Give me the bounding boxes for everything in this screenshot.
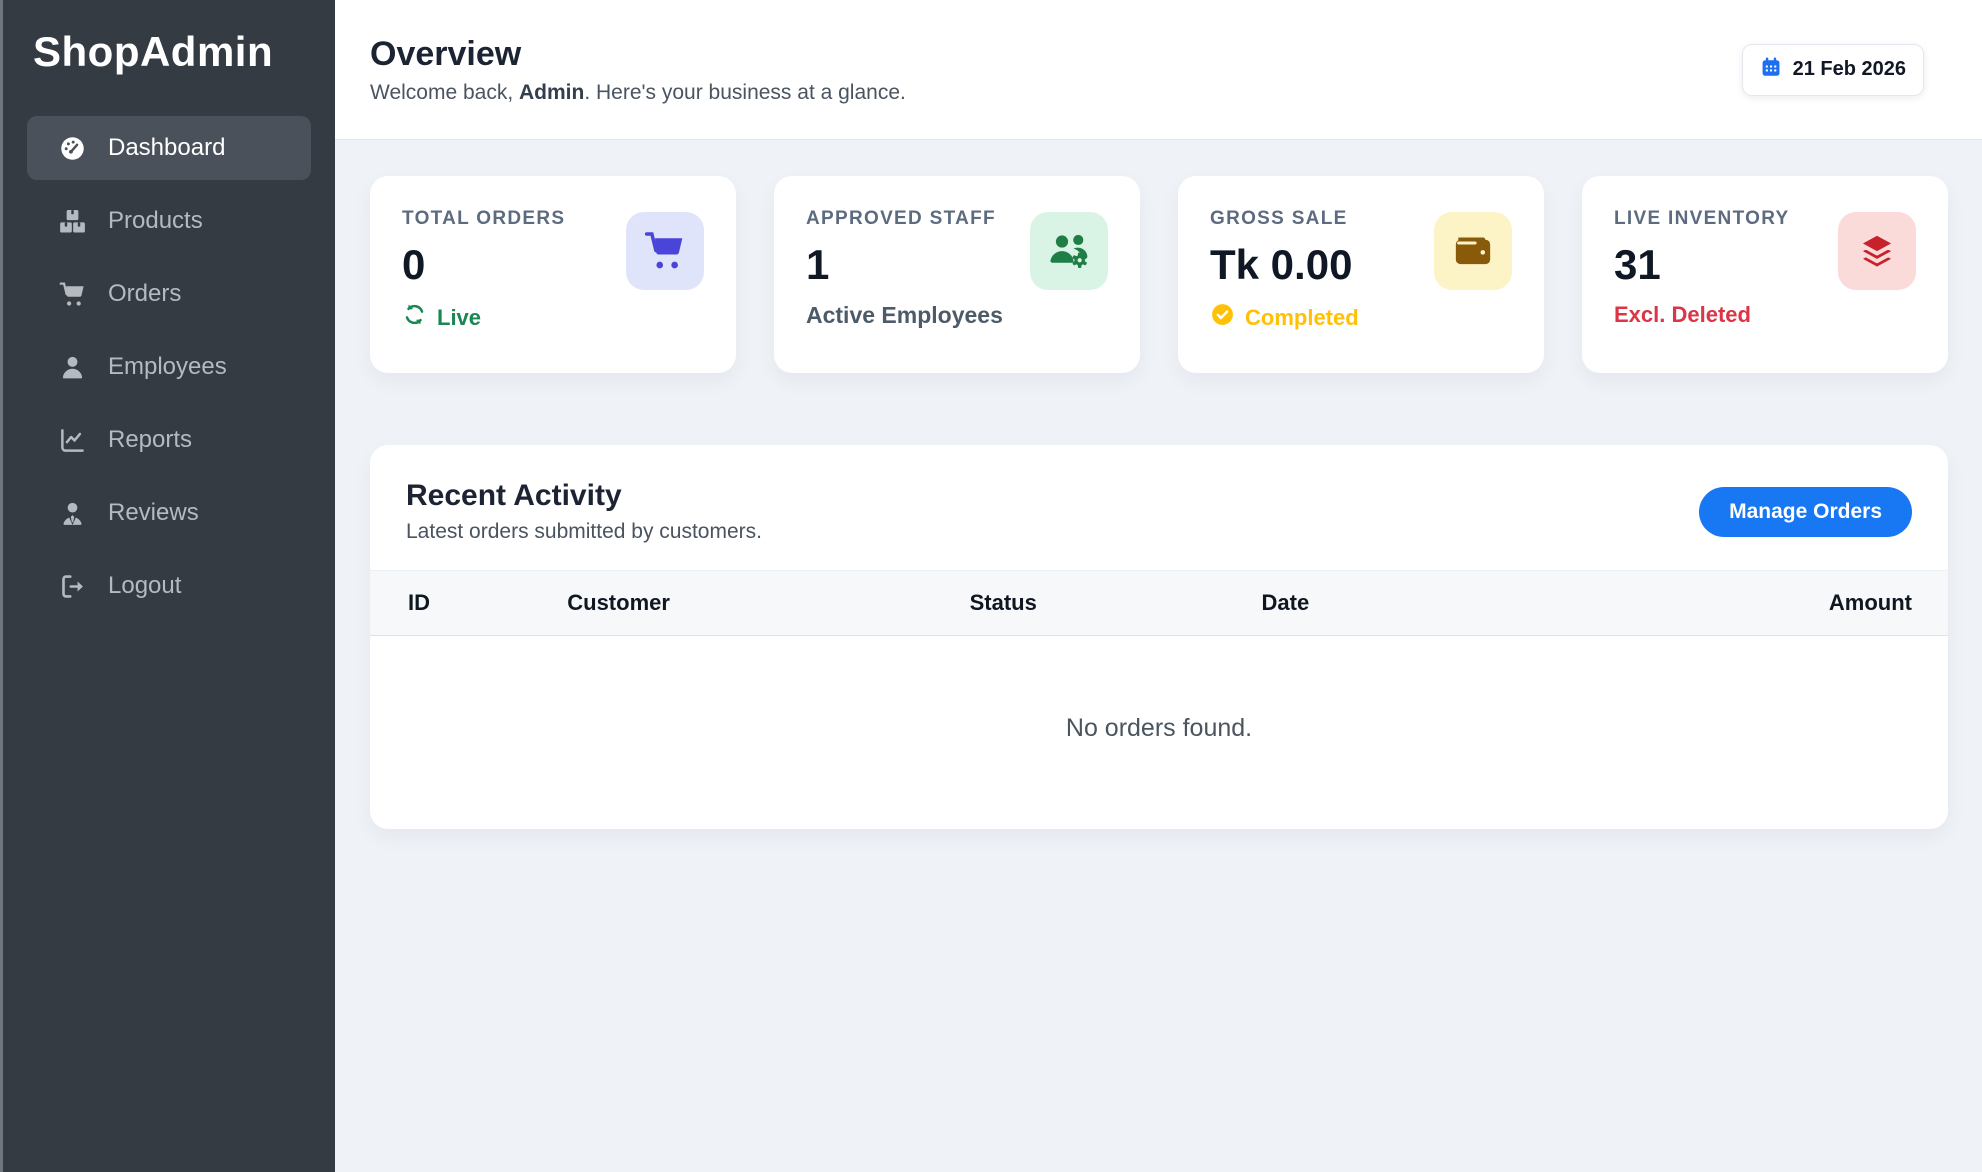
user-icon [59,354,86,381]
stat-cards: TOTAL ORDERS 0 Live [370,176,1948,373]
sidebar-nav: Dashboard Products Orders [3,116,335,627]
page-title: Overview [370,35,906,74]
sidebar-item-products[interactable]: Products [27,189,311,253]
stat-card-live-inventory: LIVE INVENTORY 31 Excl. Deleted [1582,176,1948,373]
stat-label: TOTAL ORDERS [402,208,565,230]
manage-orders-button[interactable]: Manage Orders [1699,487,1912,537]
sidebar-item-dashboard[interactable]: Dashboard [27,116,311,180]
stat-card-total-orders: TOTAL ORDERS 0 Live [370,176,736,373]
empty-state-message: No orders found. [370,636,1948,830]
column-header-date: Date [1262,571,1672,636]
welcome-text: Welcome back, Admin. Here's your busines… [370,81,906,105]
recent-activity-panel: Recent Activity Latest orders submitted … [370,445,1948,829]
wallet-icon [1434,212,1512,290]
user-tie-icon [59,500,86,527]
sync-icon [402,302,427,333]
main-area: Overview Welcome back, Admin. Here's you… [335,0,1982,1172]
welcome-username: Admin [519,81,584,104]
logout-icon [59,573,86,600]
stat-label: GROSS SALE [1210,208,1359,230]
content: TOTAL ORDERS 0 Live [335,140,1982,829]
stat-status: Active Employees [806,302,1003,329]
column-header-status: Status [970,571,1262,636]
recent-activity-header: Recent Activity Latest orders submitted … [370,445,1948,570]
orders-table: ID Customer Status Date Amount No orders… [370,570,1948,829]
stat-value: 31 [1614,242,1790,288]
sidebar-item-label: Products [108,207,203,235]
sidebar-item-logout[interactable]: Logout [27,554,311,618]
recent-activity-subtitle: Latest orders submitted by customers. [406,520,762,544]
date-badge[interactable]: 21 Feb 2026 [1742,44,1924,96]
boxes-icon [59,208,86,235]
layers-icon [1838,212,1916,290]
cart-icon [626,212,704,290]
sidebar: ShopAdmin Dashboard Pro [3,0,335,1172]
stat-status: Excl. Deleted [1614,302,1790,328]
sidebar-item-reviews[interactable]: Reviews [27,481,311,545]
topbar: Overview Welcome back, Admin. Here's you… [335,0,1982,140]
brand-title: ShopAdmin [3,24,335,76]
stat-value: Tk 0.00 [1210,242,1359,288]
cart-icon [59,281,86,308]
sidebar-item-orders[interactable]: Orders [27,262,311,326]
sidebar-item-label: Employees [108,353,227,381]
empty-state-row: No orders found. [370,636,1948,830]
sidebar-item-label: Dashboard [108,134,225,162]
check-circle-icon [1210,302,1235,333]
column-header-id: ID [370,571,567,636]
stat-card-gross-sale: GROSS SALE Tk 0.00 Completed [1178,176,1544,373]
sidebar-item-reports[interactable]: Reports [27,408,311,472]
sidebar-item-label: Orders [108,280,181,308]
stat-value: 0 [402,242,565,288]
column-header-customer: Customer [567,571,969,636]
stat-status: Live [402,302,565,333]
sidebar-item-label: Reports [108,426,192,454]
stat-label: LIVE INVENTORY [1614,208,1790,230]
calendar-icon [1760,56,1782,84]
stat-status: Completed [1210,302,1359,333]
stat-label: APPROVED STAFF [806,208,1003,230]
recent-activity-heading: Recent Activity Latest orders submitted … [406,479,762,544]
sidebar-item-label: Logout [108,572,181,600]
date-badge-label: 21 Feb 2026 [1793,58,1906,81]
chart-line-icon [59,427,86,454]
column-header-amount: Amount [1672,571,1948,636]
recent-activity-title: Recent Activity [406,479,762,513]
stat-card-approved-staff: APPROVED STAFF 1 Active Employees [774,176,1140,373]
gauge-icon [59,135,86,162]
page-heading: Overview Welcome back, Admin. Here's you… [370,35,906,105]
sidebar-item-label: Reviews [108,499,199,527]
orders-table-header-row: ID Customer Status Date Amount [370,571,1948,636]
sidebar-item-employees[interactable]: Employees [27,335,311,399]
users-gear-icon [1030,212,1108,290]
stat-value: 1 [806,242,1003,288]
